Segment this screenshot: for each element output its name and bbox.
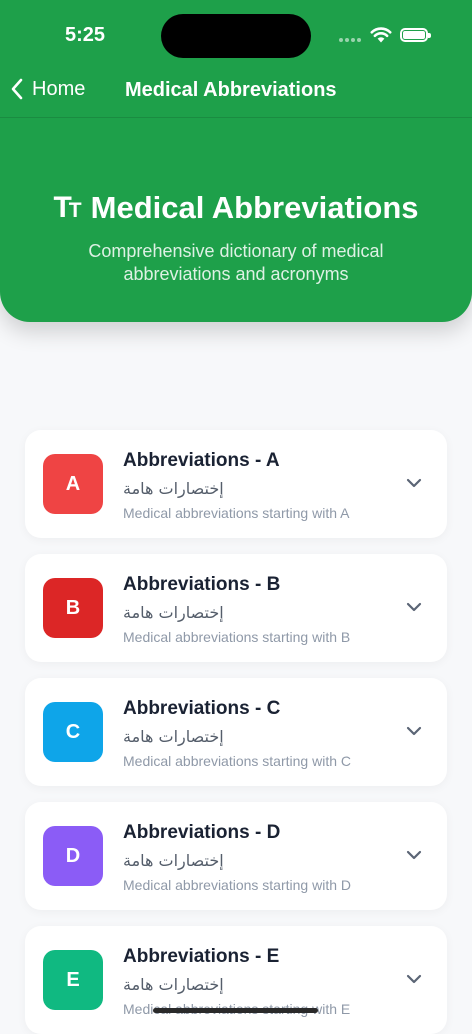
card-title: Abbreviations - A — [123, 450, 280, 471]
category-card-d[interactable]: D Abbreviations - D إختصارات هامة Medica… — [25, 802, 447, 910]
chevron-down-icon[interactable] — [406, 849, 422, 861]
hero-heading: TT Medical Abbreviations — [0, 190, 472, 226]
status-time: 5:25 — [65, 24, 106, 46]
card-arabic-subtitle: إختصارات هامة — [123, 727, 224, 746]
letter-badge: E — [43, 950, 103, 1010]
letter-badge: B — [43, 578, 103, 638]
card-arabic-subtitle: إختصارات هامة — [123, 603, 224, 622]
card-description: Medical abbreviations starting with B — [123, 629, 351, 645]
page-subtitle: Comprehensive dictionary of medical abbr… — [88, 241, 384, 284]
card-description: Medical abbreviations starting with A — [123, 505, 350, 521]
card-title: Abbreviations - C — [123, 698, 281, 719]
cellular-signal-icon — [339, 38, 363, 42]
nav-title: Medical Abbreviations — [125, 79, 337, 101]
letter-badge: C — [43, 702, 103, 762]
category-card-a[interactable]: A Abbreviations - A إختصارات هامة Medica… — [25, 430, 447, 538]
chevron-left-icon — [11, 78, 23, 100]
category-card-c[interactable]: C Abbreviations - C إختصارات هامة Medica… — [25, 678, 447, 786]
card-title: Abbreviations - D — [123, 822, 281, 843]
home-indicator[interactable] — [153, 1008, 318, 1013]
back-button[interactable]: Home — [10, 77, 85, 101]
card-description: Medical abbreviations starting with C — [123, 753, 351, 769]
card-arabic-subtitle: إختصارات هامة — [123, 479, 224, 498]
card-arabic-subtitle: إختصارات هامة — [123, 851, 224, 870]
chevron-down-icon[interactable] — [406, 477, 422, 489]
card-title: Abbreviations - B — [123, 574, 281, 595]
chevron-down-icon[interactable] — [406, 973, 422, 985]
battery-icon — [400, 28, 431, 42]
letter-badge: A — [43, 454, 103, 514]
category-card-b[interactable]: B Abbreviations - B إختصارات هامة Medica… — [25, 554, 447, 662]
wifi-icon — [370, 27, 392, 43]
chevron-down-icon[interactable] — [406, 725, 422, 737]
navigation-bar: Home Medical Abbreviations — [0, 62, 472, 118]
header: 5:25 Home Medical Abbreviations TT Medic… — [0, 0, 472, 322]
dynamic-island — [161, 14, 311, 58]
text-size-icon: TT — [53, 191, 81, 224]
category-card-e[interactable]: E Abbreviations - E إختصارات هامة Medica… — [25, 926, 447, 1034]
card-arabic-subtitle: إختصارات هامة — [123, 975, 224, 994]
back-button-label: Home — [32, 77, 86, 100]
letter-badge: D — [43, 826, 103, 886]
card-title: Abbreviations - E — [123, 946, 280, 967]
card-description: Medical abbreviations starting with D — [123, 877, 351, 893]
page-title: Medical Abbreviations — [90, 190, 419, 225]
status-bar: 5:25 — [0, 0, 472, 60]
chevron-down-icon[interactable] — [406, 601, 422, 613]
